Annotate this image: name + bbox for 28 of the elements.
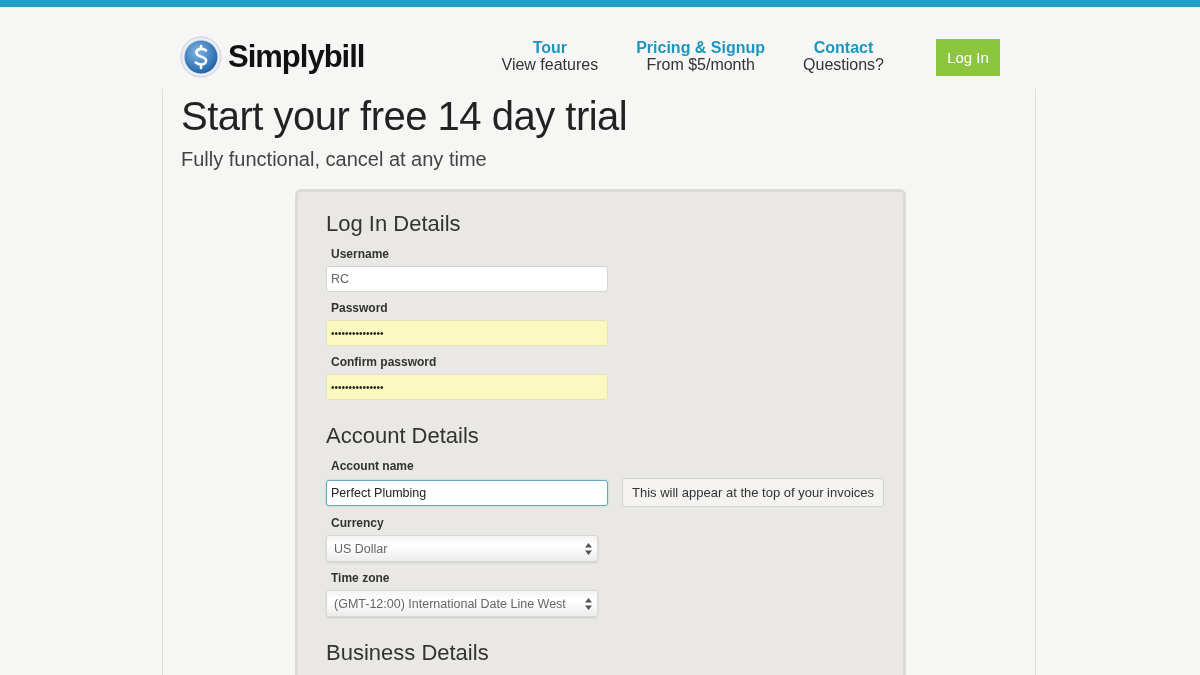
- nav-subtitle: From $5/month: [646, 56, 755, 74]
- input-field[interactable]: •••••••••••••••: [326, 320, 608, 346]
- nav-subtitle: Questions?: [803, 56, 884, 74]
- section-heading: Account Details: [326, 422, 480, 450]
- updown-arrows-icon: [585, 542, 592, 555]
- input-field[interactable]: RC: [326, 266, 608, 292]
- nav-subtitle: View features: [501, 56, 599, 74]
- nav-link[interactable]: Pricing & Signup: [636, 40, 766, 56]
- section-heading: Log In Details: [326, 210, 462, 238]
- input-field[interactable]: Perfect Plumbing: [326, 479, 608, 506]
- field-label: Username: [331, 246, 391, 262]
- page-subtitle: Fully functional, cancel at any time: [181, 148, 488, 171]
- field-label: Password: [331, 300, 389, 316]
- section-heading: Business Details: [326, 639, 490, 667]
- field-label: Account name: [331, 458, 415, 474]
- updown-arrows-icon: [585, 597, 592, 610]
- field-label: Time zone: [331, 570, 391, 586]
- select-dropdown[interactable]: US Dollar: [326, 535, 598, 562]
- dollar-logo-icon: [180, 36, 222, 78]
- input-field[interactable]: •••••••••••••••: [326, 374, 608, 400]
- page-title: Start your free 14 day trial: [181, 93, 629, 140]
- hint-tooltip: This will appear at the top of your invoices: [622, 478, 885, 507]
- brand-name: Simplybill: [228, 39, 365, 75]
- nav-link[interactable]: Tour: [532, 40, 567, 56]
- nav-link[interactable]: Contact: [813, 40, 874, 56]
- field-label: Currency: [331, 515, 385, 531]
- select-dropdown[interactable]: (GMT-12:00) International Date Line West: [326, 590, 598, 617]
- field-label: Confirm password: [331, 354, 438, 370]
